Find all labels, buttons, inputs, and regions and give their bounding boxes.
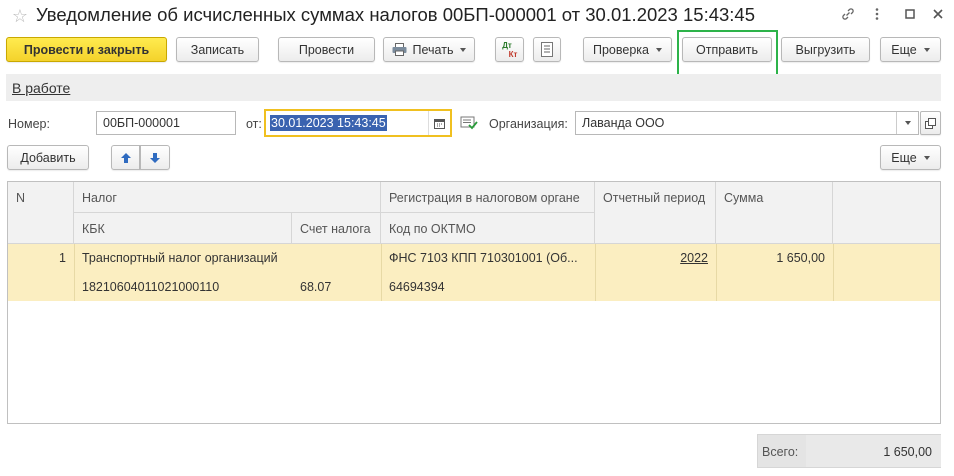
cell-period[interactable]: 2022	[595, 244, 716, 272]
dt-kt-icon: Дт Кт	[502, 40, 518, 59]
total-label: Всего:	[762, 445, 799, 459]
favorite-star-icon[interactable]: ☆	[10, 6, 30, 26]
column-header-registration[interactable]: Регистрация в налоговом органе	[381, 182, 595, 213]
open-organization-button[interactable]	[920, 111, 941, 135]
number-label: Номер:	[8, 117, 50, 131]
number-value: 00БП-000001	[103, 116, 180, 130]
toolbar-more-button[interactable]: Еще	[880, 37, 941, 62]
maximize-icon[interactable]	[899, 4, 921, 24]
send-label: Отправить	[696, 42, 758, 57]
column-header-empty	[833, 182, 940, 244]
column-header-oktmo[interactable]: Код по ОКТМО	[381, 213, 595, 244]
column-header-kbk[interactable]: КБК	[74, 213, 292, 244]
printer-icon	[392, 43, 407, 56]
export-label: Выгрузить	[795, 42, 856, 57]
check-label: Проверка	[593, 42, 649, 57]
arrow-up-icon	[120, 152, 132, 164]
column-header-period[interactable]: Отчетный период	[595, 182, 716, 244]
date-value: 30.01.2023 15:43:45	[270, 115, 387, 131]
check-button[interactable]: Проверка	[583, 37, 672, 62]
report-button[interactable]	[533, 37, 561, 62]
cell-oktmo[interactable]: 64694394	[381, 273, 595, 301]
chevron-down-icon	[923, 155, 930, 160]
export-button[interactable]: Выгрузить	[781, 37, 870, 62]
dt-kt-button[interactable]: Дт Кт	[495, 37, 524, 62]
arrow-down-icon	[149, 152, 161, 164]
date-field[interactable]: 30.01.2023 15:43:45	[264, 109, 452, 137]
taxes-table: N Налог Регистрация в налоговом органе О…	[7, 181, 941, 424]
send-button[interactable]: Отправить	[682, 37, 772, 62]
history-icon[interactable]	[460, 116, 478, 130]
chevron-down-icon	[923, 47, 930, 52]
cell-registration[interactable]: ФНС 7103 КПП 710301001 (Об...	[381, 244, 595, 272]
organization-field[interactable]: Лаванда ООО	[575, 111, 919, 135]
cell-n[interactable]: 1	[8, 244, 74, 272]
save-label: Записать	[190, 42, 245, 57]
chevron-down-icon	[656, 47, 662, 52]
number-field[interactable]: 00БП-000001	[96, 111, 236, 135]
status-bar	[6, 74, 941, 101]
cell-tax[interactable]: Транспортный налог организаций	[74, 244, 381, 272]
move-up-button[interactable]	[111, 145, 140, 170]
print-label: Печать	[412, 42, 454, 57]
date-label: от:	[246, 117, 262, 131]
status-link[interactable]: В работе	[12, 80, 70, 96]
move-down-button[interactable]	[140, 145, 170, 170]
cell-amount[interactable]: 1 650,00	[716, 244, 833, 272]
post-label: Провести	[298, 42, 355, 57]
column-header-amount[interactable]: Сумма	[716, 182, 833, 244]
organization-label: Организация:	[489, 117, 568, 131]
total-value: 1 650,00	[883, 445, 932, 459]
save-button[interactable]: Записать	[176, 37, 259, 62]
toolbar-more-label: Еще	[891, 42, 917, 57]
add-row-label: Добавить	[20, 150, 76, 165]
column-header-tax[interactable]: Налог	[74, 182, 381, 213]
dropdown-arrow-icon[interactable]	[896, 112, 918, 134]
organization-value: Лаванда ООО	[582, 116, 665, 130]
table-more-button[interactable]: Еще	[880, 145, 941, 170]
add-row-button[interactable]: Добавить	[7, 145, 89, 170]
post-button[interactable]: Провести	[278, 37, 375, 62]
calendar-icon[interactable]	[428, 111, 450, 135]
post-and-close-button[interactable]: Провести и закрыть	[6, 37, 167, 62]
open-icon	[925, 117, 936, 129]
window-title: Уведомление об исчисленных суммах налого…	[36, 4, 755, 25]
more-icon[interactable]	[866, 4, 888, 24]
close-icon[interactable]	[927, 4, 949, 24]
chevron-down-icon	[460, 47, 467, 52]
column-header-n[interactable]: N	[8, 182, 74, 244]
post-and-close-label: Провести и закрыть	[23, 42, 150, 57]
cell-account[interactable]: 68.07	[292, 273, 381, 301]
column-header-account[interactable]: Счет налога	[292, 213, 381, 244]
document-list-icon	[541, 42, 553, 57]
link-icon[interactable]	[837, 4, 859, 24]
table-more-label: Еще	[891, 150, 917, 165]
print-button[interactable]: Печать	[383, 37, 475, 62]
cell-kbk[interactable]: 18210604011021000110	[74, 273, 292, 301]
